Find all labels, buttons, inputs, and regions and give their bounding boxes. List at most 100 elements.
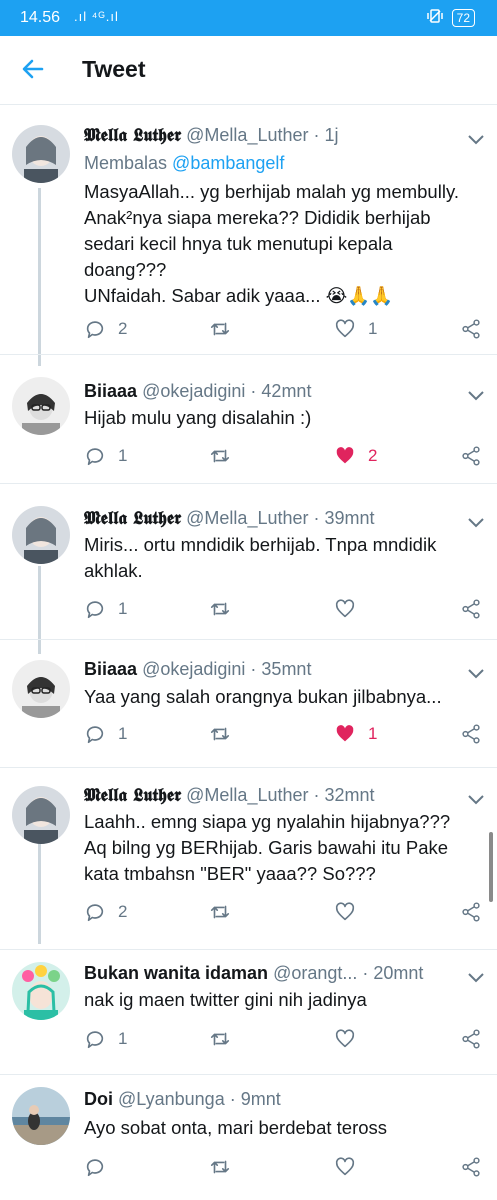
retweet-icon (210, 1160, 230, 1174)
vibrate-icon (426, 8, 444, 27)
share-icon (462, 1157, 480, 1177)
retweet-button[interactable] (209, 596, 243, 622)
reply-count: 1 (118, 724, 128, 743)
tweet-time: · 32mnt (313, 785, 375, 805)
user-handle[interactable]: @Mella_Luther (186, 508, 308, 528)
reply-icon (86, 726, 104, 744)
status-time: 14.56 (20, 9, 61, 26)
tweet-header: 𝕸𝖊𝖑𝖑𝖆 𝕷𝖚𝖙𝖍𝖊𝖗 @Mella_Luther · 32mnt (84, 785, 457, 806)
like-button[interactable] (334, 1154, 368, 1180)
tweet-header: Doi @Lyanbunga · 9mnt (84, 1089, 457, 1110)
heart-icon (335, 319, 355, 338)
display-name[interactable]: 𝕸𝖊𝖑𝖑𝖆 𝕷𝖚𝖙𝖍𝖊𝖗 (84, 785, 181, 806)
replying-to: Membalas @bambangelf (84, 153, 285, 173)
tweet-reply[interactable]: 𝕸𝖊𝖑𝖑𝖆 𝕷𝖚𝖙𝖍𝖊𝖗 @Mella_Luther · 1j Membalas… (0, 105, 497, 355)
reply-button[interactable]: 2 (84, 316, 127, 342)
reply-button[interactable]: 1 (84, 443, 127, 469)
tweet-text: Hijab mulu yang disalahin :) (84, 407, 312, 428)
tweet-time: · 20mnt (362, 963, 424, 983)
like-button[interactable] (334, 596, 368, 622)
user-handle[interactable]: @orangt... (273, 963, 357, 983)
avatar[interactable] (12, 377, 70, 435)
share-button[interactable] (460, 443, 482, 469)
avatar[interactable] (12, 1087, 70, 1145)
reply-button[interactable]: 1 (84, 596, 127, 622)
like-button[interactable]: 2 (334, 443, 377, 469)
tweet-reply[interactable]: Biiaaa @okejadigini · 42mnt Hijab mulu y… (0, 355, 497, 484)
retweet-button[interactable] (209, 1026, 243, 1052)
tweet-reply[interactable]: Bukan wanita idaman @orangt... · 20mnt n… (0, 950, 497, 1075)
tweet-reply[interactable]: 𝕸𝖊𝖑𝖑𝖆 𝕷𝖚𝖙𝖍𝖊𝖗 @Mella_Luther · 39mnt Miris… (0, 484, 497, 640)
chevron-down-icon[interactable] (467, 133, 485, 145)
heart-icon (335, 902, 355, 921)
chevron-down-icon[interactable] (467, 389, 485, 401)
chevron-down-icon[interactable] (467, 793, 485, 805)
share-button[interactable] (460, 1154, 482, 1180)
like-button[interactable]: 1 (334, 721, 377, 747)
reply-button[interactable]: 1 (84, 1026, 127, 1052)
tweet-time: · 1j (313, 125, 339, 145)
chevron-down-icon[interactable] (467, 971, 485, 983)
reply-button[interactable]: 1 (84, 721, 127, 747)
avatar[interactable] (12, 962, 70, 1020)
share-button[interactable] (460, 721, 482, 747)
tweet-reply[interactable]: Doi @Lyanbunga · 9mnt Ayo sobat onta, ma… (0, 1075, 497, 1200)
share-button[interactable] (460, 316, 482, 342)
retweet-icon (210, 322, 230, 336)
display-name[interactable]: Bukan wanita idaman (84, 963, 268, 983)
mention-link[interactable]: @bambangelf (172, 153, 284, 173)
share-icon (462, 1029, 480, 1049)
tweet-time: · 42mnt (250, 381, 312, 401)
tweet-reply[interactable]: Biiaaa @okejadigini · 35mnt Yaa yang sal… (0, 640, 497, 768)
tweet-reply[interactable]: 𝕸𝖊𝖑𝖑𝖆 𝕷𝖚𝖙𝖍𝖊𝖗 @Mella_Luther · 32mnt Laahh… (0, 768, 497, 950)
share-button[interactable] (460, 596, 482, 622)
retweet-icon (210, 905, 230, 919)
retweet-button[interactable] (209, 316, 243, 342)
scrollbar[interactable] (489, 832, 493, 902)
tweet-actions: 2 1 (84, 316, 487, 342)
back-arrow-icon[interactable] (20, 56, 46, 82)
user-handle[interactable]: @Lyanbunga (118, 1089, 225, 1109)
display-name[interactable]: Doi (84, 1089, 113, 1109)
avatar[interactable] (12, 506, 70, 564)
tweet-text: MasyaAllah... yg berhijab malah yg membu… (84, 181, 459, 306)
user-handle[interactable]: @okejadigini (142, 659, 245, 679)
tweet-time: · 35mnt (250, 659, 312, 679)
avatar[interactable] (12, 786, 70, 844)
user-handle[interactable]: @okejadigini (142, 381, 245, 401)
chevron-down-icon[interactable] (467, 516, 485, 528)
retweet-button[interactable] (209, 721, 243, 747)
retweet-icon (210, 727, 230, 741)
tweet-time: · 9mnt (229, 1089, 281, 1109)
like-button[interactable] (334, 899, 368, 925)
chevron-down-icon[interactable] (467, 667, 485, 679)
avatar[interactable] (12, 125, 70, 183)
reply-icon (86, 1031, 104, 1049)
user-handle[interactable]: @Mella_Luther (186, 785, 308, 805)
heart-icon (335, 599, 355, 618)
display-name[interactable]: Biiaaa (84, 659, 137, 679)
retweet-icon (210, 449, 230, 463)
share-button[interactable] (460, 899, 482, 925)
heart-icon (335, 1157, 355, 1176)
user-handle[interactable]: @Mella_Luther (186, 125, 308, 145)
display-name[interactable]: Biiaaa (84, 381, 137, 401)
heart-filled-icon (336, 447, 354, 464)
retweet-button[interactable] (209, 1154, 243, 1180)
retweet-button[interactable] (209, 899, 243, 925)
tweet-text: Laahh.. emng siapa yg nyalahin hijabnya?… (84, 811, 451, 884)
retweet-button[interactable] (209, 443, 243, 469)
share-button[interactable] (460, 1026, 482, 1052)
like-button[interactable]: 1 (334, 316, 377, 342)
display-name[interactable]: 𝕸𝖊𝖑𝖑𝖆 𝕷𝖚𝖙𝖍𝖊𝖗 (84, 508, 181, 529)
reply-button[interactable]: 2 (84, 899, 127, 925)
status-bar: 14.56 .ıl ⁴ᴳ.ıl 72 (0, 0, 497, 36)
avatar[interactable] (12, 660, 70, 718)
reply-count: 1 (118, 446, 128, 465)
like-button[interactable] (334, 1026, 368, 1052)
display-name[interactable]: 𝕸𝖊𝖑𝖑𝖆 𝕷𝖚𝖙𝖍𝖊𝖗 (84, 125, 181, 146)
reply-button[interactable] (84, 1154, 118, 1180)
tweet-actions: 1 1 (84, 721, 487, 747)
retweet-icon (210, 1032, 230, 1046)
tweet-text: Yaa yang salah orangnya bukan jilbabnya.… (84, 686, 442, 707)
